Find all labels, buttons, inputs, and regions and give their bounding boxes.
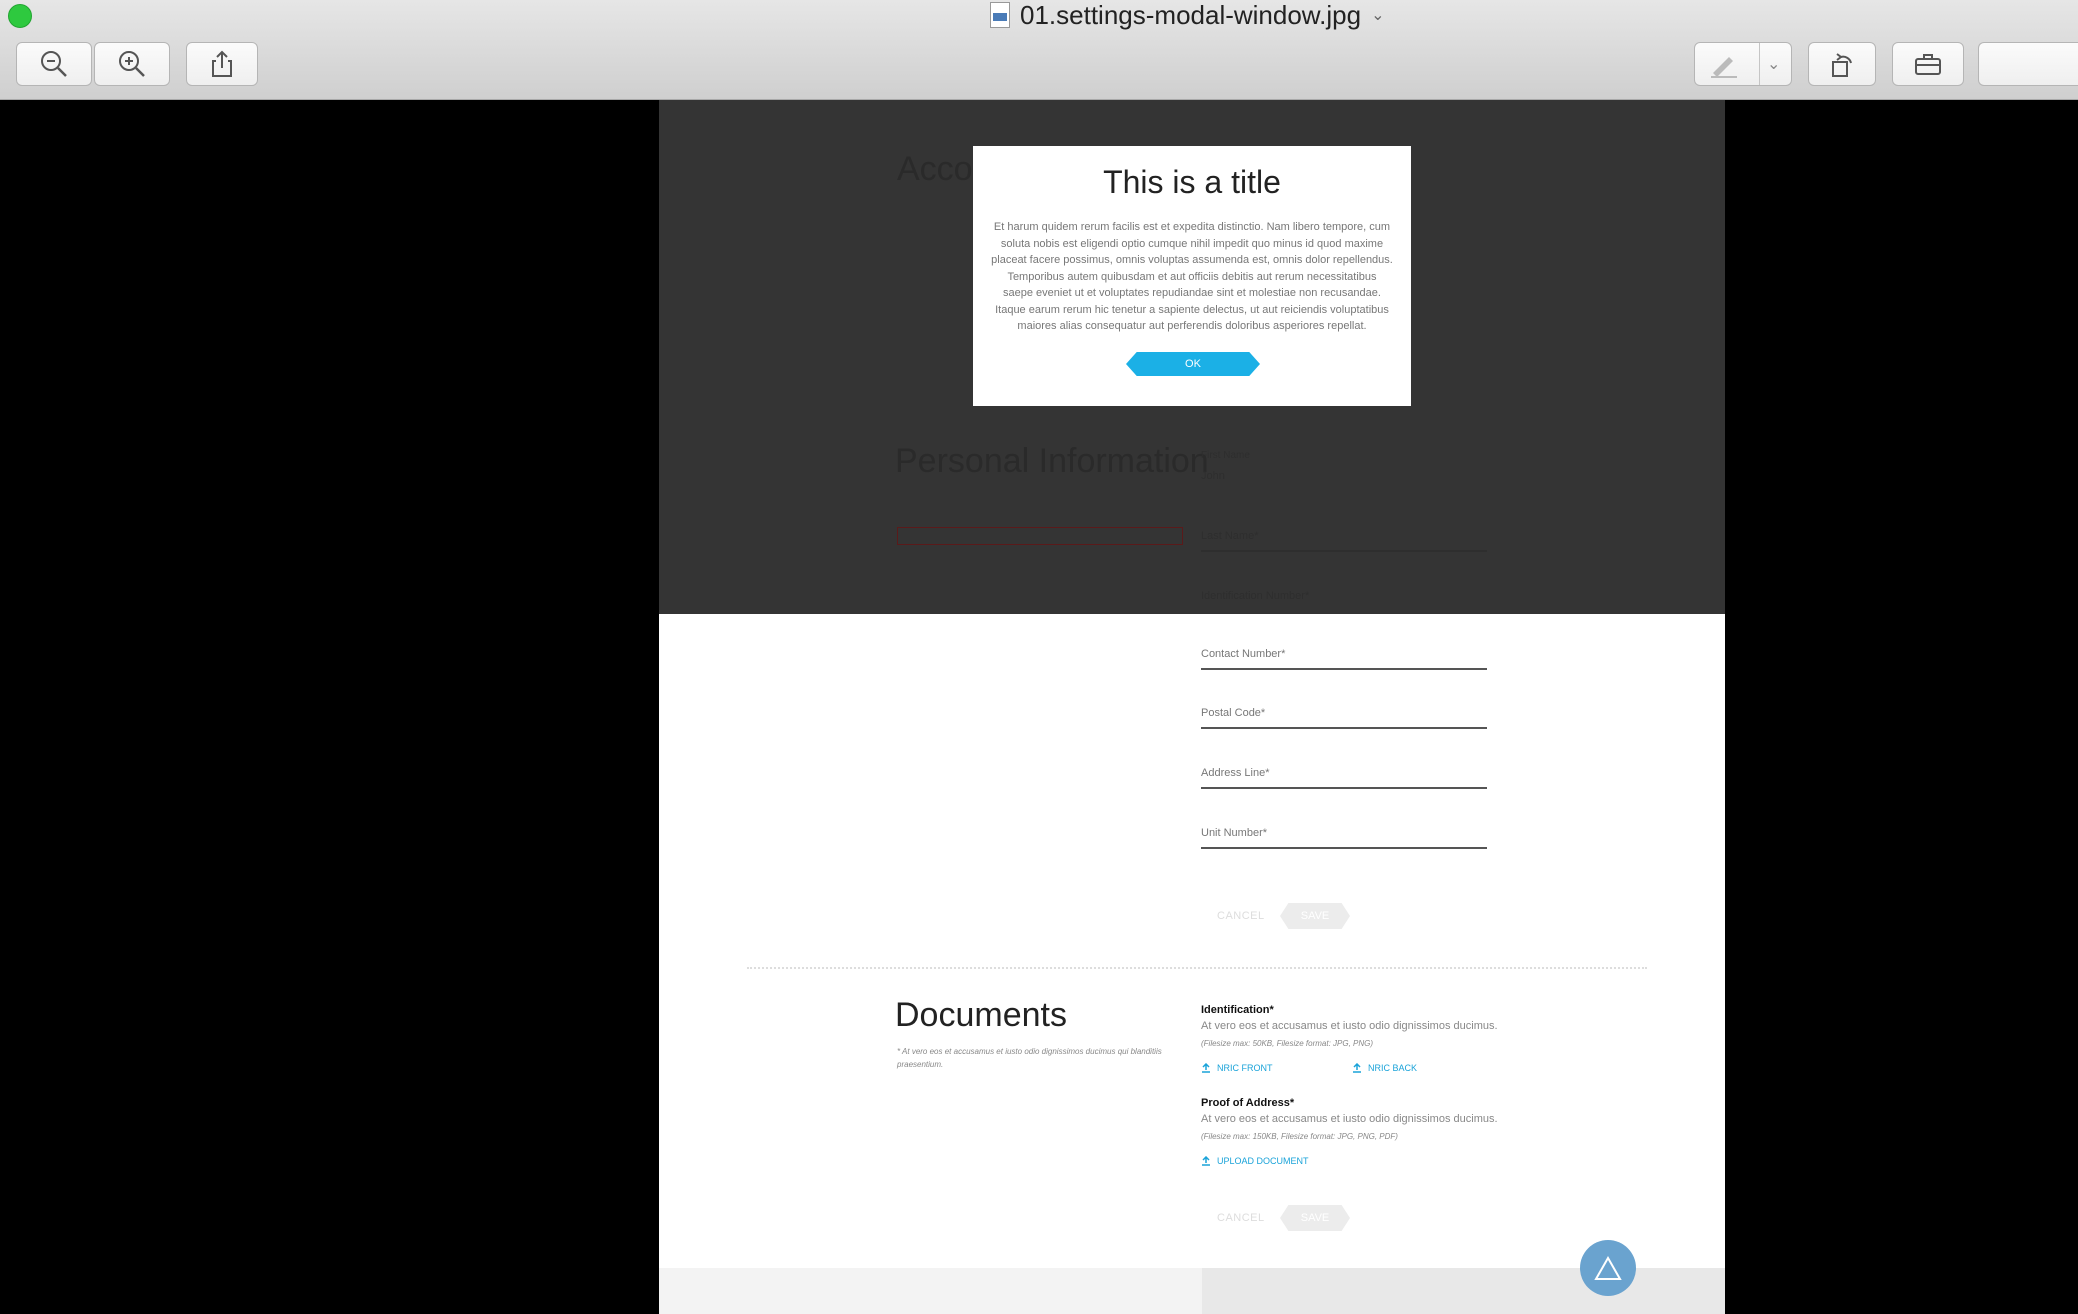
personal-cancel-button[interactable]: CANCEL	[1217, 910, 1265, 922]
personal-save-button[interactable]: SAVE	[1280, 903, 1350, 929]
documents-cancel-button[interactable]: CANCEL	[1217, 1212, 1265, 1224]
documents-save-button[interactable]: SAVE	[1280, 1205, 1350, 1231]
share-button[interactable]	[186, 42, 258, 86]
last-name-underline	[1201, 550, 1487, 552]
unit-number-field[interactable]: Unit Number*	[1201, 827, 1487, 849]
proof-of-address-hint: (Filesize max: 150KB, Filesize format: J…	[1201, 1132, 1398, 1141]
search-field[interactable]	[1978, 42, 2078, 86]
nric-back-upload[interactable]: NRIC BACK	[1352, 1063, 1417, 1073]
postal-code-label: Postal Code*	[1201, 707, 1266, 719]
identification-desc: At vero eos et accusamus et iusto odio d…	[1201, 1020, 1498, 1032]
address-line-field[interactable]: Address Line*	[1201, 767, 1487, 789]
zoom-out-button[interactable]	[16, 42, 92, 86]
footer-band	[659, 1268, 1725, 1314]
chevron-down-icon[interactable]: ⌄	[1371, 5, 1384, 25]
modal-body: Et harum quidem rerum facilis est et exp…	[991, 221, 1393, 332]
unit-number-label: Unit Number*	[1201, 827, 1268, 839]
error-banner	[897, 527, 1183, 545]
upload-icon	[1202, 1156, 1210, 1166]
identification-number-label: Identification Number*	[1201, 590, 1310, 602]
rotate-button[interactable]	[1808, 42, 1876, 86]
share-icon	[212, 50, 232, 77]
pen-icon	[1711, 57, 1737, 78]
window-title-text: 01.settings-modal-window.jpg	[1020, 0, 1362, 30]
address-line-label: Address Line*	[1201, 767, 1270, 779]
last-name-label: Last Name*	[1201, 530, 1259, 542]
window-zoom-button[interactable]	[8, 4, 32, 28]
contact-number-label: Contact Number*	[1201, 648, 1286, 660]
window-title[interactable]: 01.settings-modal-window.jpg ⌄	[990, 0, 1384, 30]
nric-back-label: NRIC BACK	[1368, 1063, 1418, 1073]
preview-toolbar: 01.settings-modal-window.jpg ⌄ ⌄	[0, 0, 2078, 100]
modal-ok-button[interactable]: OK	[1126, 352, 1260, 376]
toolbox-icon	[1915, 54, 1941, 75]
proof-of-address-desc: At vero eos et accusamus et iusto odio d…	[1201, 1113, 1498, 1125]
modal-dialog: This is a title Et harum quidem rerum fa…	[973, 146, 1411, 406]
upload-icon	[1353, 1063, 1361, 1073]
triangle-up-icon	[1594, 1255, 1622, 1280]
identification-hint: (Filesize max: 50KB, Filesize format: JP…	[1201, 1039, 1374, 1048]
footer-band-right	[1202, 1268, 1725, 1314]
postal-code-field[interactable]: Postal Code*	[1201, 707, 1487, 729]
documents-title: Documents	[895, 996, 1067, 1034]
proof-of-address-label: Proof of Address*	[1201, 1097, 1295, 1109]
markup-button[interactable]: ⌄	[1694, 42, 1792, 86]
chevron-down-icon[interactable]: ⌄	[1767, 54, 1780, 74]
upload-document-button[interactable]: UPLOAD DOCUMENT	[1201, 1156, 1309, 1166]
zoom-out-icon	[41, 51, 67, 77]
image-file-icon	[990, 2, 1010, 28]
nric-front-upload[interactable]: NRIC FRONT	[1201, 1063, 1273, 1073]
document-canvas: Contact Number* Postal Code* Address Lin…	[659, 100, 1725, 1314]
upload-icon	[1202, 1063, 1210, 1073]
first-name-value: John	[1201, 470, 1225, 482]
section-divider	[747, 967, 1647, 969]
identification-label: Identification*	[1201, 1004, 1274, 1016]
modal-backdrop[interactable]: Accou Personal Information First Name Jo…	[659, 100, 1725, 614]
toolbox-button[interactable]	[1892, 42, 1964, 86]
modal-title: This is a title	[1103, 164, 1281, 200]
nric-front-label: NRIC FRONT	[1217, 1063, 1273, 1073]
first-name-label: First Name	[1201, 450, 1250, 461]
scroll-top-button[interactable]	[1580, 1240, 1636, 1296]
upload-document-label: UPLOAD DOCUMENT	[1217, 1156, 1309, 1166]
zoom-in-icon	[119, 51, 145, 77]
personal-info-title: Personal Information	[895, 442, 1209, 480]
zoom-in-button[interactable]	[94, 42, 170, 86]
rotate-icon	[1832, 53, 1852, 77]
documents-note: * At vero eos et accusamus et iusto odio…	[897, 1047, 1162, 1069]
contact-number-field[interactable]: Contact Number*	[1201, 648, 1487, 670]
